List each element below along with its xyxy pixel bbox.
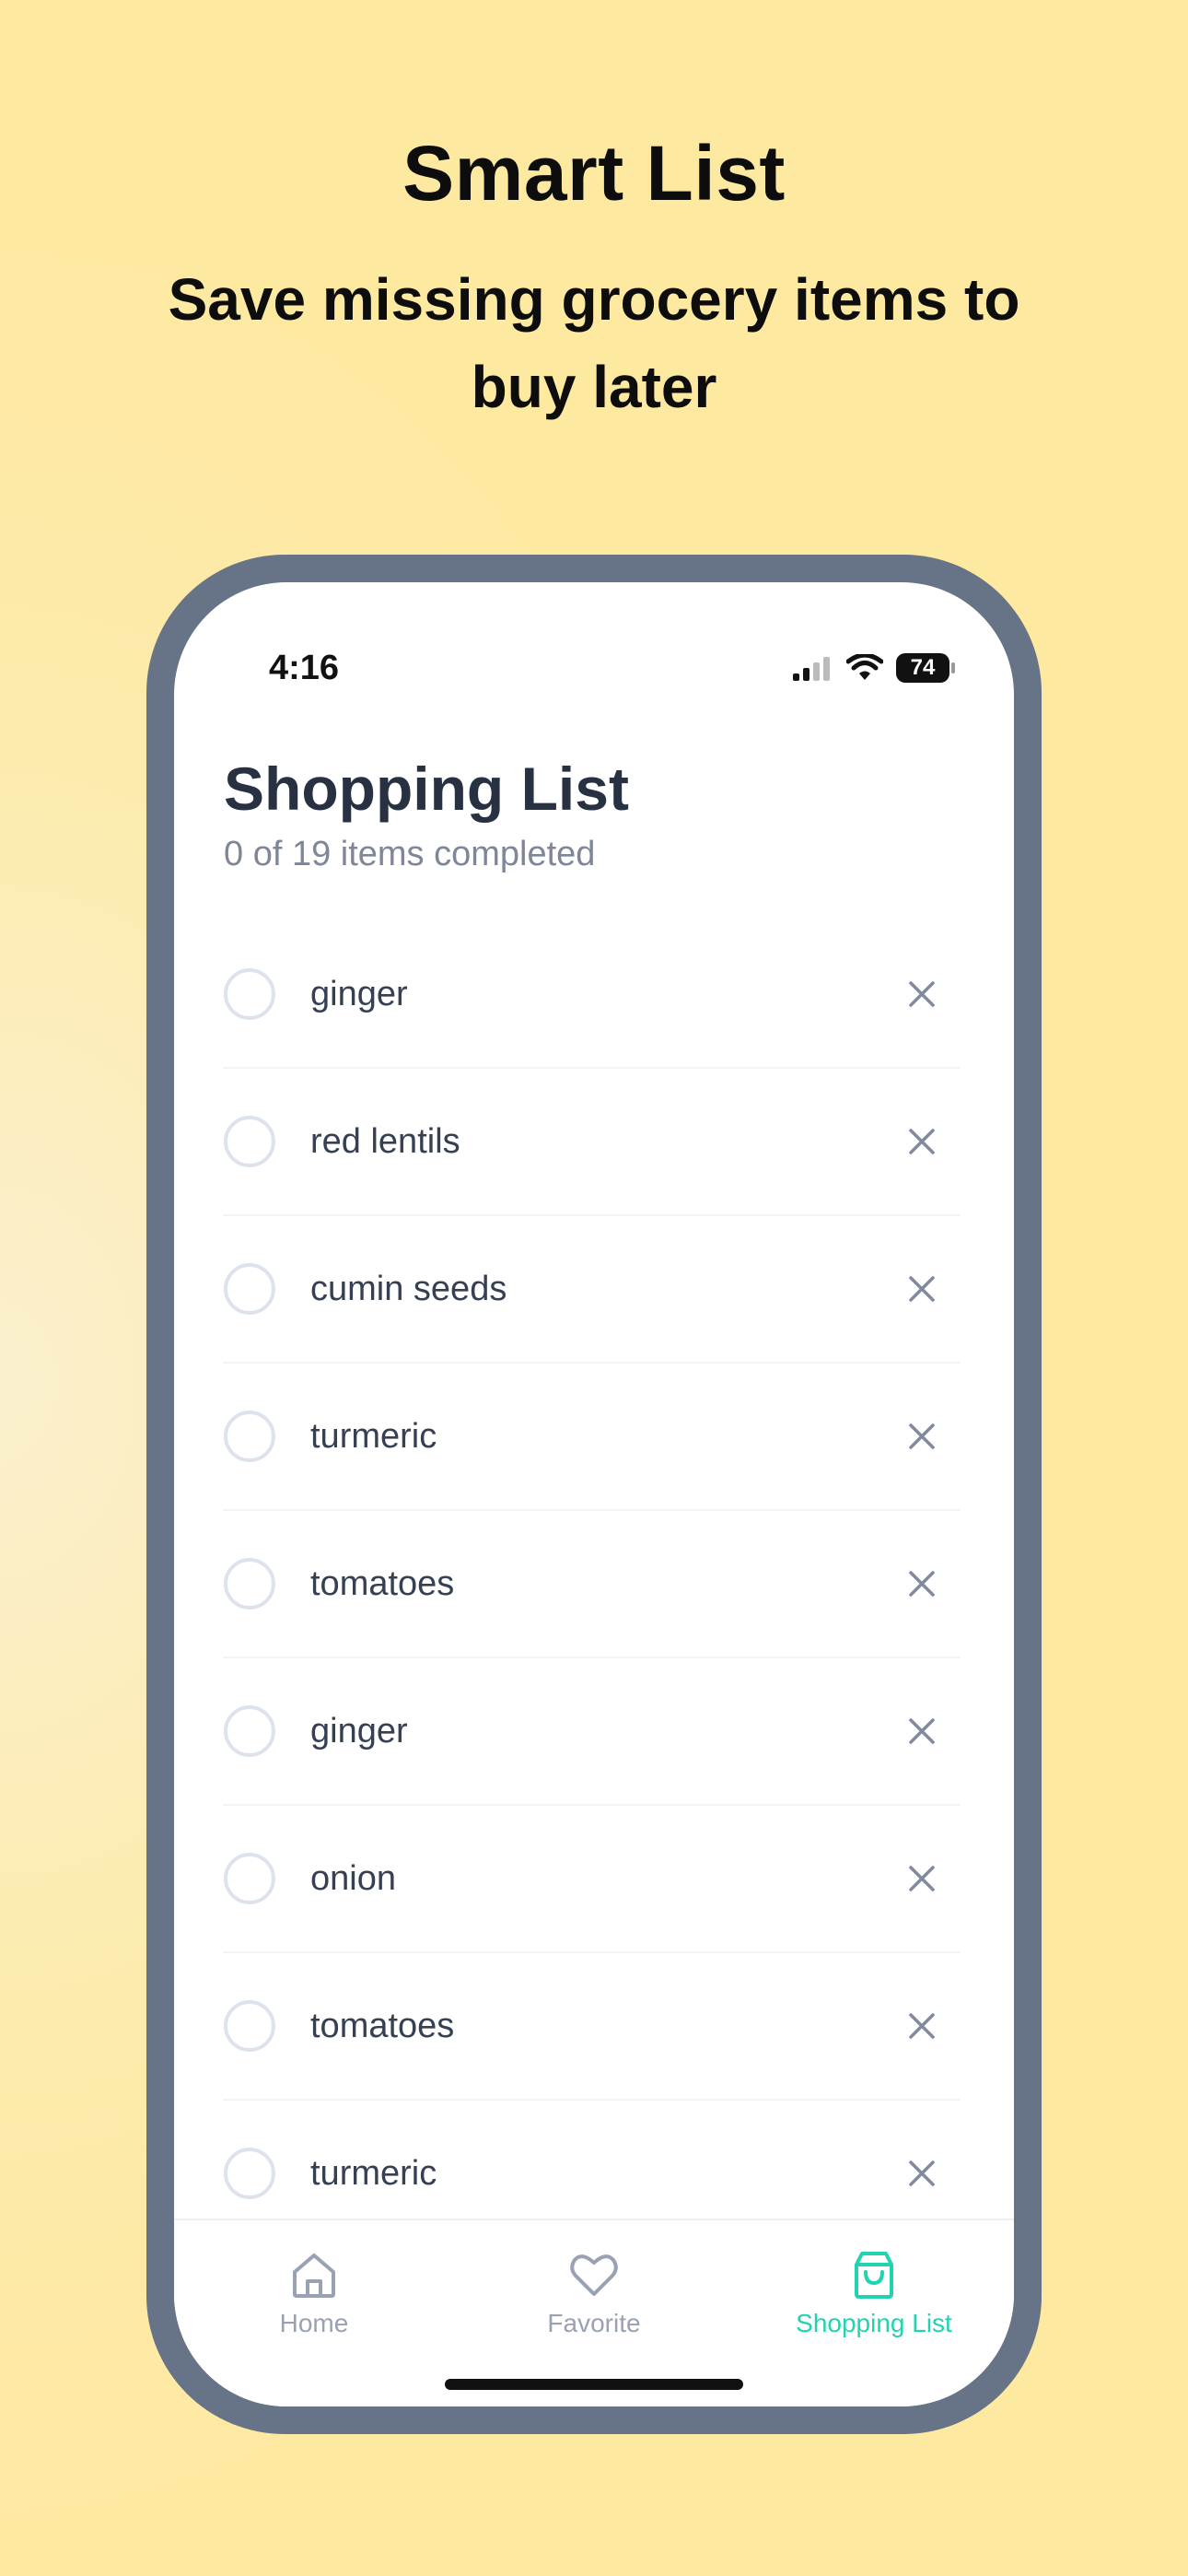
item-label: ginger	[310, 1711, 408, 1751]
close-icon[interactable]	[902, 1858, 942, 1899]
item-label: tomatoes	[310, 2006, 455, 2045]
item-label: onion	[310, 1858, 396, 1898]
list-item: red lentils	[224, 1069, 961, 1216]
tab-shopping-list[interactable]: Shopping List	[734, 2248, 1014, 2338]
promo-title: Smart List	[402, 130, 786, 217]
battery-icon: 74	[896, 653, 955, 683]
close-icon[interactable]	[902, 2006, 942, 2046]
checkbox[interactable]	[224, 1411, 275, 1462]
close-icon[interactable]	[902, 2153, 942, 2194]
list-item: cumin seeds	[224, 1216, 961, 1364]
item-label: cumin seeds	[310, 1269, 507, 1308]
tab-label: Favorite	[547, 2309, 641, 2337]
checkbox[interactable]	[224, 1853, 275, 1904]
list-item: ginger	[224, 921, 961, 1069]
close-icon[interactable]	[902, 1711, 942, 1751]
checkbox[interactable]	[224, 1558, 275, 1610]
page-title: Shopping List	[224, 755, 629, 823]
tab-label: Home	[279, 2309, 349, 2337]
cellular-signal-icon	[793, 657, 830, 681]
list-item: tomatoes	[224, 1511, 961, 1658]
list-item: onion	[224, 1806, 961, 1953]
phone-screen: 4:16 74 Shopping List 0 of 19 items comp…	[174, 582, 1014, 2406]
home-indicator[interactable]	[445, 2379, 743, 2390]
status-time: 4:16	[269, 649, 340, 687]
heart-icon	[570, 2254, 618, 2296]
shopping-list: ginger red lentils cumin seeds turmeric	[224, 921, 961, 2248]
checkbox[interactable]	[224, 1263, 275, 1315]
item-label: tomatoes	[310, 1563, 455, 1603]
list-item: tomatoes	[224, 1953, 961, 2101]
item-label: turmeric	[310, 1416, 437, 1456]
tab-label: Shopping List	[796, 2309, 952, 2337]
items-progress-text: 0 of 19 items completed	[224, 835, 596, 873]
item-label: turmeric	[310, 2153, 437, 2193]
phone-frame: 4:16 74 Shopping List 0 of 19 items comp…	[146, 555, 1042, 2434]
shopping-bag-icon	[855, 2252, 893, 2299]
list-item: ginger	[224, 1658, 961, 1806]
item-label: red lentils	[310, 1121, 460, 1161]
promo-subtitle: Save missing grocery items to buy later	[168, 266, 1020, 420]
close-icon[interactable]	[902, 974, 942, 1014]
close-icon[interactable]	[902, 1563, 942, 1604]
close-icon[interactable]	[902, 1416, 942, 1457]
list-item: turmeric	[224, 1364, 961, 1511]
checkbox[interactable]	[224, 2000, 275, 2052]
checkbox[interactable]	[224, 2148, 275, 2199]
close-icon[interactable]	[902, 1269, 942, 1309]
close-icon[interactable]	[902, 1121, 942, 1162]
checkbox[interactable]	[224, 1705, 275, 1757]
wifi-icon	[846, 654, 883, 680]
home-icon	[293, 2254, 335, 2298]
checkbox[interactable]	[224, 1116, 275, 1167]
tab-home[interactable]: Home	[174, 2248, 454, 2338]
tab-favorite[interactable]: Favorite	[454, 2248, 734, 2338]
checkbox[interactable]	[224, 968, 275, 1020]
item-label: ginger	[310, 974, 408, 1013]
status-icons: 74	[793, 652, 955, 684]
